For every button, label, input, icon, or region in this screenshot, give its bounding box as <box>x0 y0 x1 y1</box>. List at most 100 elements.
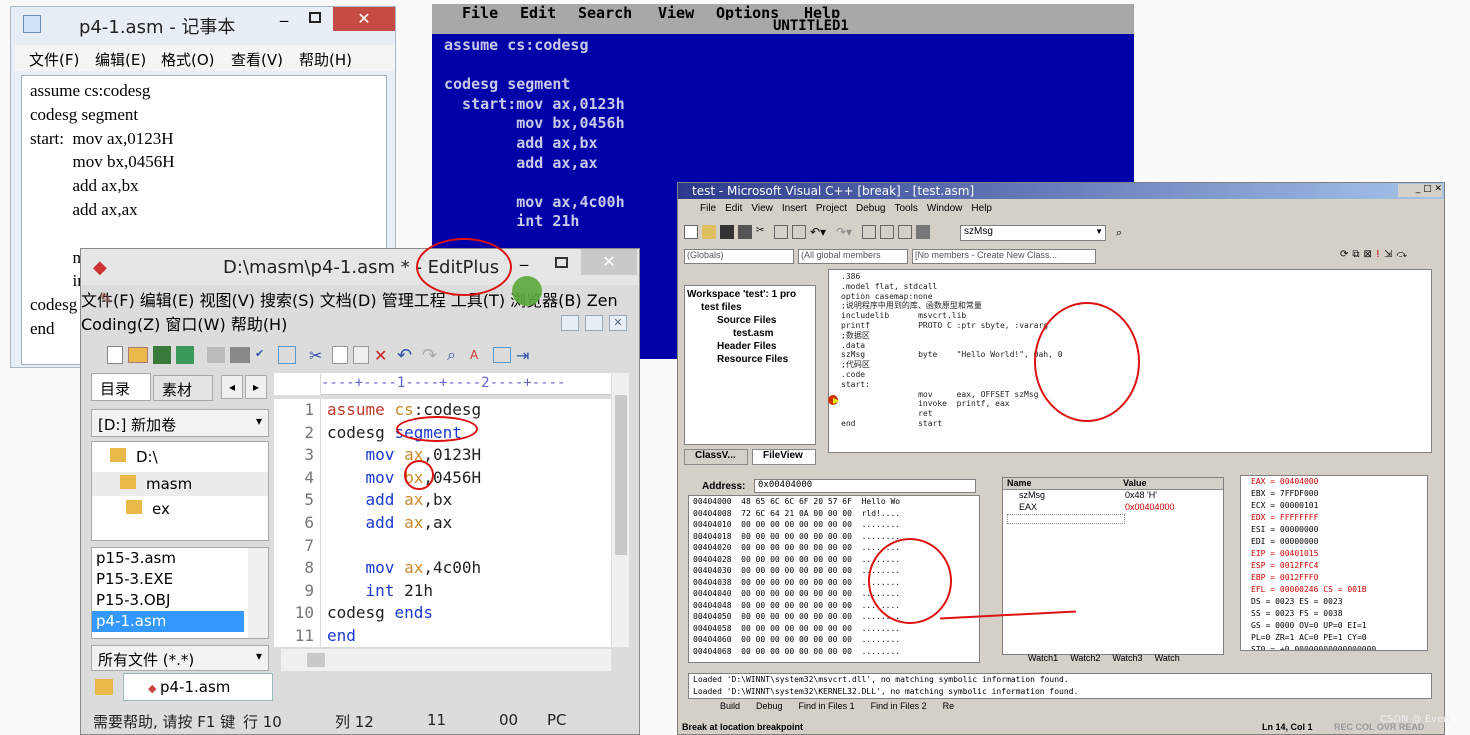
redo-icon[interactable]: ↷▾ <box>836 225 858 245</box>
file-list-item[interactable]: p15-3.asm <box>92 548 268 569</box>
menu-window[interactable]: 窗口(W) <box>165 315 225 334</box>
drive-select[interactable]: [D:] 新加卷 ▾ <box>91 409 269 437</box>
indent-icon[interactable]: ⇥ <box>516 346 534 365</box>
horizontal-scrollbar[interactable] <box>281 649 611 671</box>
address-input[interactable]: 0x00404000 <box>754 479 976 493</box>
output-tab[interactable]: Build <box>720 701 740 715</box>
paste-icon[interactable] <box>353 346 369 364</box>
close-button[interactable]: ✕ <box>333 7 395 31</box>
cut-icon[interactable]: ✂ <box>756 225 770 239</box>
menu-help[interactable]: 帮助(H) <box>231 315 288 334</box>
vc-menu-item[interactable]: Insert <box>782 203 807 219</box>
save-icon[interactable] <box>720 225 734 239</box>
browser-icon[interactable] <box>278 346 296 364</box>
save-all-icon[interactable] <box>176 346 194 364</box>
project-node[interactable]: test files <box>687 301 813 314</box>
watch-row[interactable]: szMsg 0x48 'H' <box>1003 490 1223 502</box>
menu-edit[interactable]: 编辑(E) <box>140 291 195 310</box>
output-tab[interactable]: Find in Files 1 <box>799 701 855 715</box>
folder-item[interactable]: ex <box>126 500 170 518</box>
new-file-icon[interactable] <box>684 225 698 239</box>
hscroll-thumb[interactable] <box>307 653 325 667</box>
breakpoint-icon[interactable]: ! <box>1376 249 1380 265</box>
scroll-thumb[interactable] <box>615 395 627 555</box>
vc-menu-item[interactable]: Project <box>816 203 847 219</box>
vc-menu-item[interactable]: Edit <box>725 203 742 219</box>
output-tab[interactable]: Re <box>943 701 955 715</box>
vertical-scrollbar[interactable] <box>611 373 629 647</box>
menu-help[interactable]: 帮助(H) <box>299 49 352 70</box>
new-file-icon[interactable] <box>107 346 123 364</box>
vc-menu-item[interactable]: Debug <box>856 203 885 219</box>
save-all-icon[interactable] <box>738 225 752 239</box>
fileview-tab[interactable]: FileView <box>752 449 816 465</box>
find-combo[interactable]: szMsg ▼ <box>960 225 1106 241</box>
undo-icon[interactable]: ↶ <box>397 345 417 366</box>
menu-format[interactable]: 格式(O) <box>161 49 215 70</box>
vc-menu-item[interactable]: Help <box>971 203 992 219</box>
menu-view[interactable]: 查看(V) <box>231 49 283 70</box>
step-over-icon[interactable]: ⤼ <box>1396 249 1407 265</box>
folder-item[interactable]: D:\ <box>110 448 158 466</box>
folder-item[interactable]: masm <box>92 472 268 496</box>
undo-icon[interactable]: ↶▾ <box>810 225 832 245</box>
menu-view[interactable]: 视图(V) <box>200 291 255 310</box>
paste-icon[interactable] <box>792 225 806 239</box>
document-tab[interactable]: ◆ p4-1.asm <box>123 673 273 701</box>
watch-tab[interactable]: Watch1 <box>1028 653 1058 667</box>
workspace-icon[interactable] <box>862 225 876 239</box>
resource-files-folder[interactable]: Resource Files <box>687 353 813 366</box>
spellcheck-icon[interactable]: ✔ <box>255 347 273 363</box>
close-button[interactable]: ✕ <box>581 249 637 275</box>
cut-icon[interactable]: ✂ <box>309 346 327 365</box>
directory-tab[interactable]: 目录 <box>91 373 151 401</box>
watch-tab[interactable]: Watch2 <box>1070 653 1100 667</box>
window-controls[interactable]: _ □ ✕ <box>1398 184 1442 197</box>
file-list-item[interactable]: P15-3.OBJ <box>92 590 268 611</box>
minimize-button[interactable]: ‒ <box>519 255 529 274</box>
minimize-button[interactable]: ‒ <box>279 11 289 30</box>
maximize-button[interactable] <box>309 12 321 23</box>
doc-minimize-button[interactable] <box>561 315 579 331</box>
globals-combo[interactable]: (Globals) <box>684 249 794 264</box>
file-list-item-selected[interactable]: p4-1.asm <box>92 611 244 632</box>
watch-empty-row[interactable] <box>1007 514 1125 524</box>
header-files-folder[interactable]: Header Files <box>687 340 813 353</box>
step-icon[interactable]: ⇲ <box>1384 249 1392 265</box>
file-filter-select[interactable]: 所有文件 (*.*) ▾ <box>91 645 269 671</box>
workspace-root[interactable]: Workspace 'test': 1 pro <box>687 288 813 301</box>
menu-project[interactable]: 管理工程 <box>382 291 446 310</box>
find-icon[interactable]: ⌕ <box>1116 226 1130 240</box>
menu-search[interactable]: 搜索(S) <box>260 291 315 310</box>
tab-prev-button[interactable]: ◂ <box>221 375 243 399</box>
find-in-files-icon[interactable] <box>916 225 930 239</box>
output-tab[interactable]: Debug <box>756 701 783 715</box>
open-folder-icon[interactable] <box>702 225 716 239</box>
print-preview-icon[interactable] <box>207 347 225 363</box>
copy-icon[interactable] <box>332 346 348 364</box>
menu-document[interactable]: 文档(D) <box>320 291 377 310</box>
open-folder-icon[interactable] <box>128 347 148 363</box>
copy-icon[interactable] <box>774 225 788 239</box>
restart-icon[interactable]: ⧉ <box>1352 249 1359 265</box>
vc-menu-item[interactable]: Window <box>927 203 963 219</box>
output-tab[interactable]: Find in Files 2 <box>871 701 927 715</box>
find-icon[interactable]: ⌕ <box>447 345 465 365</box>
file-list-item[interactable]: P15-3.EXE <box>92 569 268 590</box>
vc-menu-item[interactable]: Tools <box>894 203 917 219</box>
doc-restore-button[interactable] <box>585 315 603 331</box>
save-icon[interactable] <box>153 346 171 364</box>
maximize-button[interactable] <box>555 257 568 268</box>
vc-menu-item[interactable]: View <box>751 203 773 219</box>
print-icon[interactable] <box>230 347 250 363</box>
goto-icon[interactable] <box>493 347 511 363</box>
watch-tab[interactable]: Watch3 <box>1112 653 1142 667</box>
delete-icon[interactable]: ✕ <box>374 346 392 365</box>
source-files-folder[interactable]: Source Files <box>687 314 813 327</box>
go-icon[interactable]: ⟳ <box>1340 249 1348 265</box>
menu-edit[interactable]: 编辑(E) <box>95 49 146 70</box>
window-list-icon[interactable] <box>898 225 912 239</box>
menu-file[interactable]: 文件(F) <box>29 49 79 70</box>
test-asm-file[interactable]: test.asm <box>687 327 813 340</box>
doc-close-button[interactable]: ✕ <box>609 315 627 331</box>
